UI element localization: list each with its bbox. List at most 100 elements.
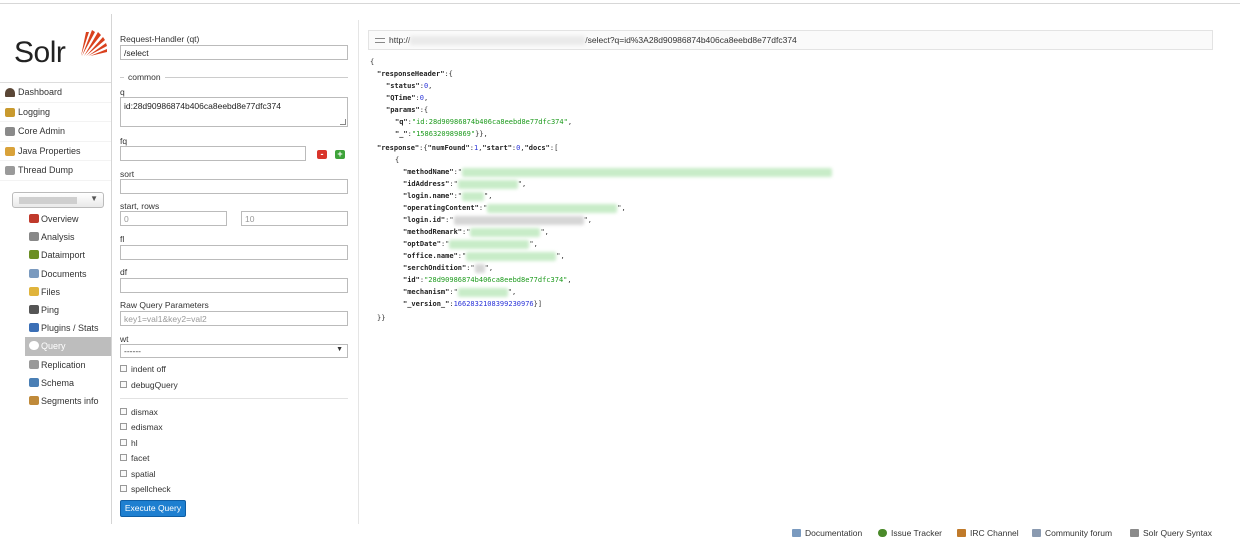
json-line: "status":0, (386, 82, 433, 90)
hl-checkbox[interactable]: hl (120, 437, 138, 449)
core-name-redacted (19, 197, 77, 204)
df-input[interactable] (120, 278, 348, 293)
solr-logo[interactable]: Solr (14, 24, 107, 74)
checkbox-box[interactable] (120, 365, 127, 372)
nav-thread-dump[interactable]: Thread Dump (0, 161, 112, 181)
q-label: q (120, 87, 125, 97)
nav-segments-info[interactable]: Segments info (25, 392, 112, 410)
checkbox-label: dismax (131, 407, 158, 417)
resize-grip-icon[interactable] (340, 119, 346, 125)
irc-channel-link[interactable]: IRC Channel (957, 528, 1019, 538)
nav-ping[interactable]: Ping (25, 301, 112, 319)
nav-logging[interactable]: Logging (0, 103, 112, 122)
nav-label: Documents (41, 268, 87, 279)
redacted-value (462, 167, 833, 177)
json-line: "operatingContent":" ", (403, 203, 626, 213)
df-label: df (120, 267, 128, 277)
options-separator (120, 398, 348, 399)
json-key: "_version_" (403, 300, 450, 308)
start-input[interactable]: 0 (120, 211, 227, 226)
community-forum-icon (1032, 529, 1041, 537)
checkbox-box[interactable] (120, 381, 127, 388)
spatial-checkbox[interactable]: spatial (120, 468, 156, 480)
nav-dataimport[interactable]: Dataimport (25, 246, 112, 264)
debugquery-checkbox[interactable]: debugQuery (120, 379, 178, 391)
ping-icon (29, 304, 39, 314)
redacted-value (457, 179, 518, 189)
nav-documents[interactable]: Documents (25, 265, 112, 283)
json-key: "responseHeader" (377, 70, 445, 78)
documentation-link[interactable]: Documentation (792, 528, 862, 538)
common-legend: common (120, 72, 348, 82)
overview-icon (29, 214, 39, 223)
qt-label: Request-Handler (qt) (120, 34, 200, 44)
rows-input[interactable]: 10 (241, 211, 348, 226)
edismax-checkbox[interactable]: edismax (120, 421, 163, 433)
remove-fq-button[interactable]: - (317, 150, 327, 159)
nav-overview[interactable]: Overview (25, 210, 112, 228)
qt-input[interactable]: /select (120, 45, 348, 60)
nav-label: Core Admin (18, 126, 66, 136)
request-url-bar[interactable]: http:// /select?q=id%3A28d90986874b406ca8… (368, 30, 1213, 50)
issue-tracker-link[interactable]: Issue Tracker (878, 528, 942, 538)
fl-input[interactable] (120, 245, 348, 260)
checkbox-box[interactable] (120, 439, 127, 446)
nav-schema[interactable]: Schema (25, 374, 112, 392)
url-prefix: http:// (389, 35, 411, 45)
nav-plugins-stats[interactable]: Plugins / Stats (25, 319, 112, 337)
nav-query[interactable]: Query (25, 337, 112, 356)
json-line: }} (377, 312, 385, 324)
nav-files[interactable]: Files (25, 283, 112, 301)
fq-input[interactable] (120, 146, 306, 161)
footer-link-label: IRC Channel (970, 528, 1019, 538)
nav-label: Replication (41, 359, 86, 370)
json-key: "response" (377, 144, 420, 152)
json-key: "methodRemark" (403, 228, 463, 236)
wt-label: wt (120, 334, 129, 344)
community-forum-link[interactable]: Community forum (1032, 528, 1112, 538)
checkbox-box[interactable] (120, 408, 127, 415)
json-number: 1662832108399230976 (453, 300, 534, 308)
url-redacted (410, 36, 586, 46)
legend-text: common (124, 72, 165, 82)
nav-analysis[interactable]: Analysis (25, 228, 112, 246)
redacted-value (470, 227, 541, 237)
facet-checkbox[interactable]: facet (120, 452, 149, 464)
json-number: 0 (516, 144, 521, 152)
q-textarea[interactable]: id:28d90986874b406ca8eebd8e77dfc374 (120, 97, 348, 127)
indent-checkbox[interactable]: indent off (120, 363, 166, 375)
redacted-value (466, 251, 557, 261)
main-menu: Dashboard Logging Core Admin Java Proper… (0, 82, 112, 181)
core-menu: Overview Analysis Dataimport Documents F… (25, 210, 112, 410)
response-json: { "responseHeader":{ "status":0, "QTime"… (370, 56, 1230, 336)
spellcheck-checkbox[interactable]: spellcheck (120, 483, 171, 495)
json-punct: }] (533, 300, 543, 308)
query-icon (29, 341, 39, 351)
execute-query-button[interactable]: Execute Query (120, 500, 186, 517)
checkbox-label: hl (131, 438, 138, 448)
solr-query-syntax-link[interactable]: Solr Query Syntax (1130, 528, 1212, 538)
nav-label: Ping (41, 304, 60, 315)
sort-input[interactable] (120, 179, 348, 194)
checkbox-box[interactable] (120, 470, 127, 477)
json-line: { (370, 56, 374, 68)
json-punct: { (370, 58, 375, 66)
core-selector[interactable]: ▼ (12, 192, 104, 208)
raw-params-input[interactable]: key1=val1&key2=val2 (120, 311, 348, 326)
dismax-checkbox[interactable]: dismax (120, 406, 158, 418)
url-icon (375, 38, 385, 43)
nav-core-admin[interactable]: Core Admin (0, 122, 112, 142)
checkbox-box[interactable] (120, 454, 127, 461)
checkbox-box[interactable] (120, 485, 127, 492)
wt-select[interactable]: ------ ▼ (120, 344, 348, 358)
nav-java-properties[interactable]: Java Properties (0, 142, 112, 161)
json-line: { (395, 154, 399, 166)
minus-icon: - (320, 149, 324, 159)
nav-dashboard[interactable]: Dashboard (0, 83, 112, 103)
json-line: "optDate":" ", (403, 239, 538, 249)
checkbox-box[interactable] (120, 423, 127, 430)
json-line: "responseHeader":{ (377, 70, 453, 78)
add-fq-button[interactable]: + (335, 150, 345, 159)
json-line: "methodName":" (403, 166, 833, 178)
nav-replication[interactable]: Replication (25, 356, 112, 374)
